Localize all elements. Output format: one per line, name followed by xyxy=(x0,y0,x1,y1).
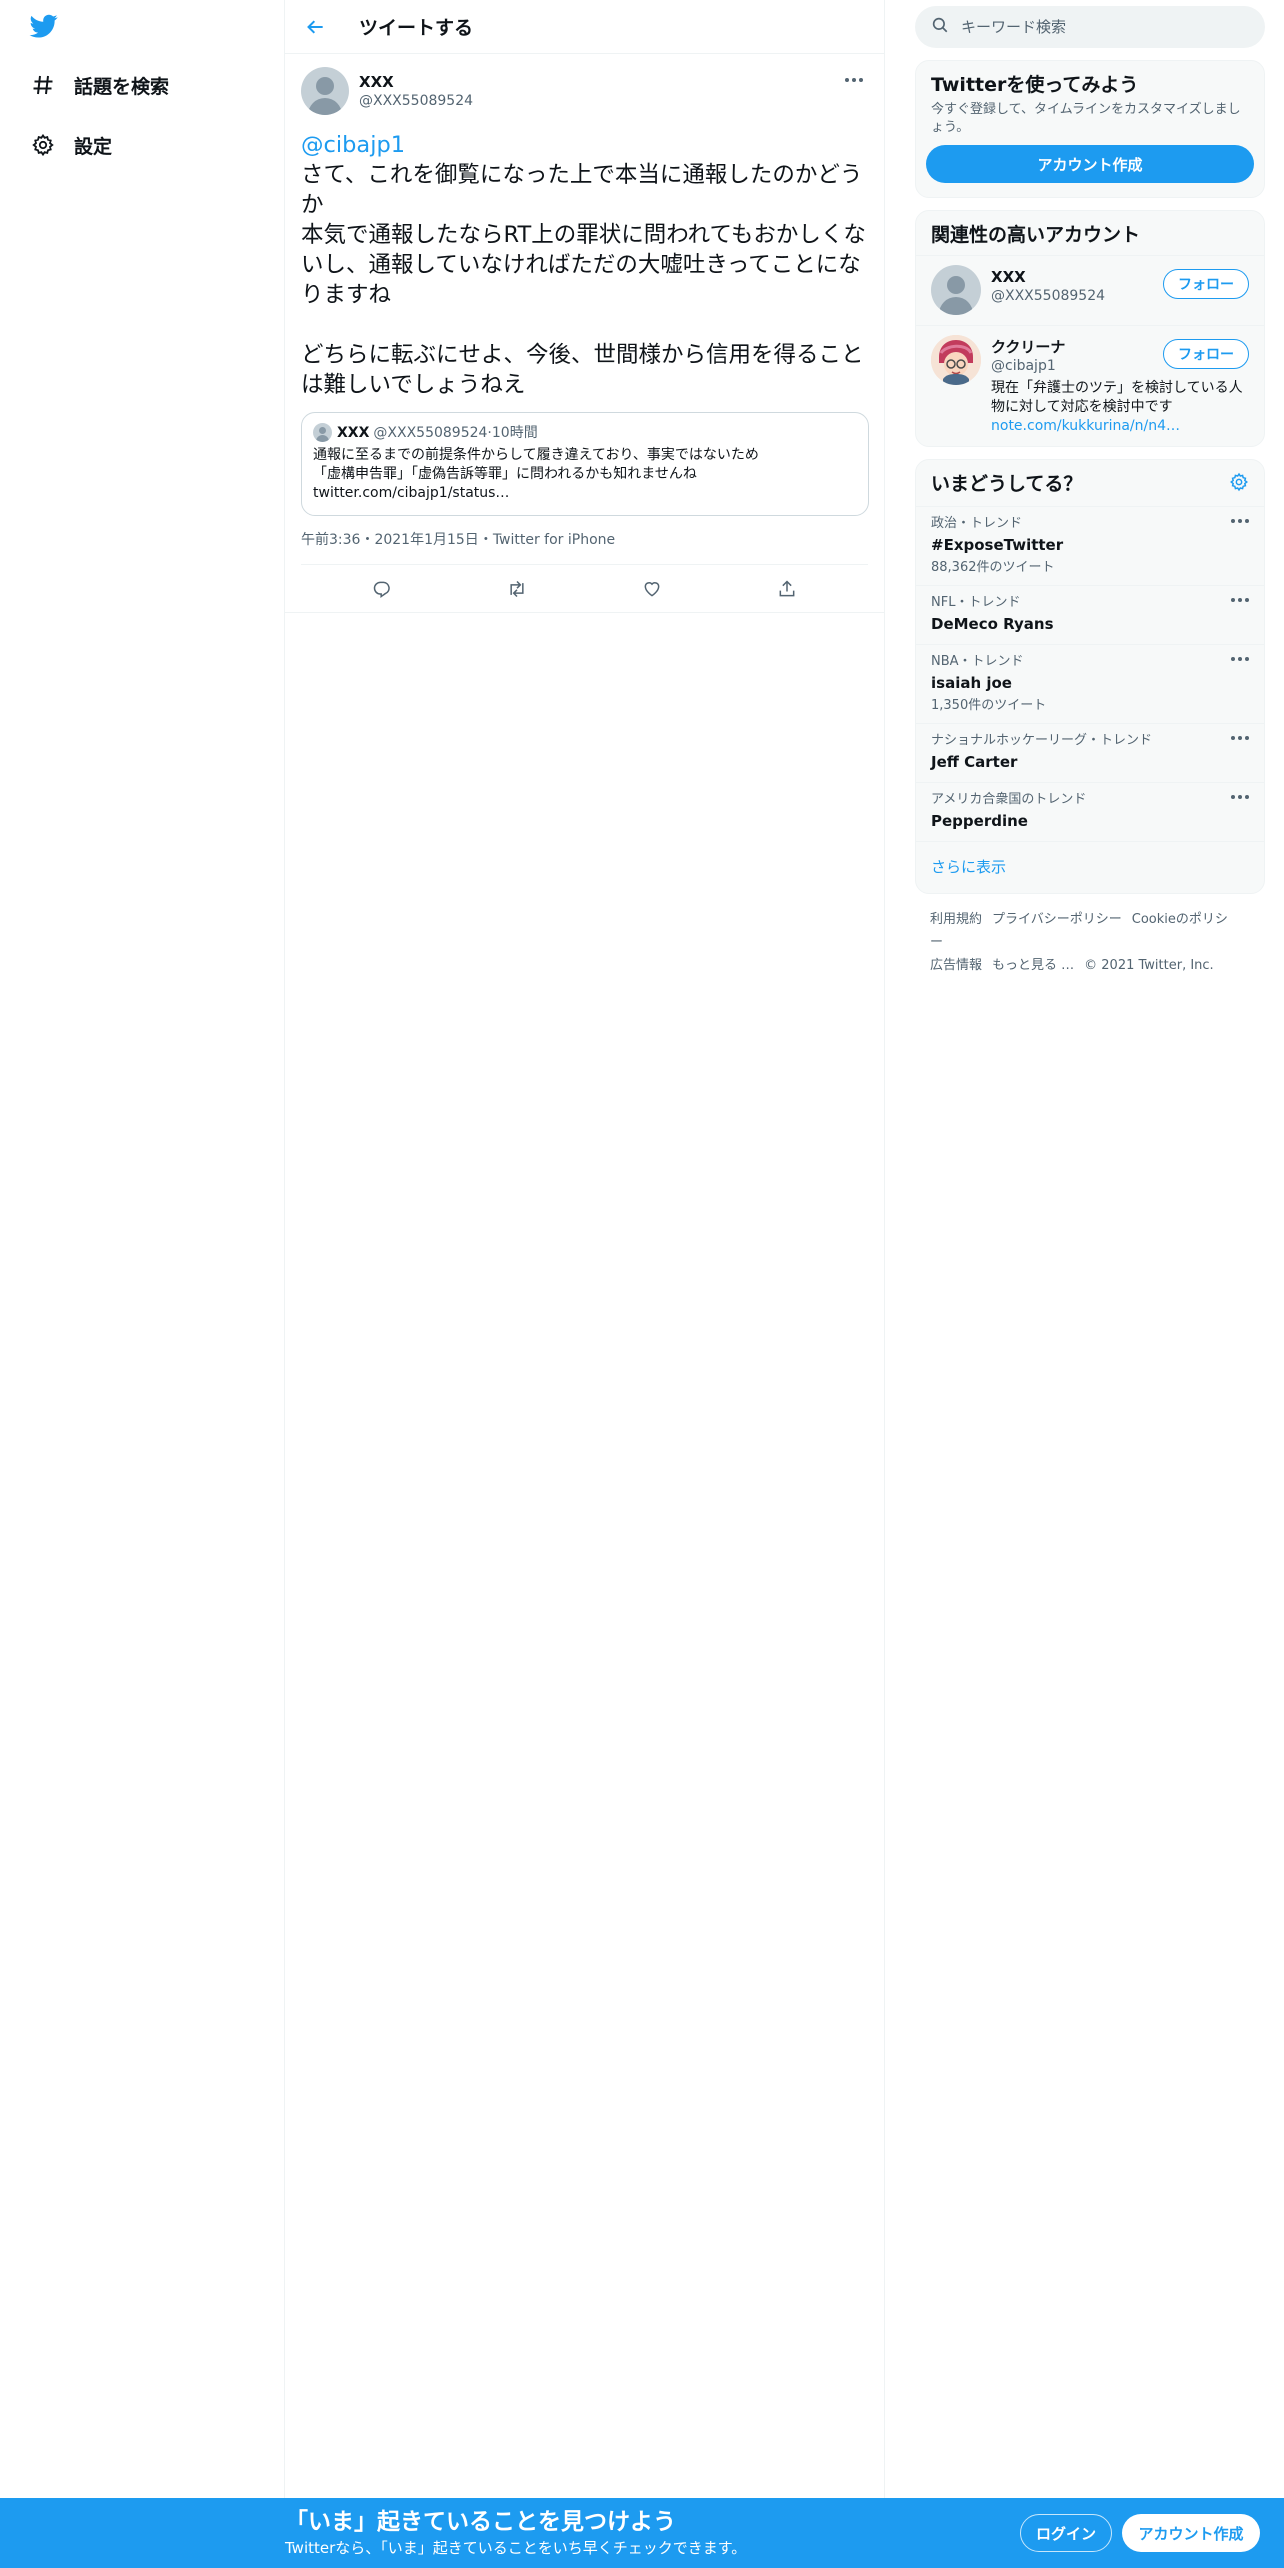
more-options-icon[interactable] xyxy=(1229,795,1250,799)
info-dot: ・ xyxy=(478,532,493,548)
tweet-body: さて、これを御覧になった上で本当に通報したのかどうか 本気で通報したならRT上の… xyxy=(301,162,866,398)
tweet-date[interactable]: 2021年1月15日 xyxy=(374,532,478,548)
avatar[interactable] xyxy=(931,335,981,385)
trend-item[interactable]: 政治・トレンド #ExposeTwitter 88,362件のツイート xyxy=(916,506,1264,585)
account-bio-text: 現在「弁護士のツテ」を検討している人物に対して対応を検討中です xyxy=(991,380,1243,415)
nav-item-explore[interactable]: 話題を検索 xyxy=(28,65,169,105)
follow-button[interactable]: フォロー xyxy=(1163,269,1249,299)
cartoon-avatar-icon xyxy=(931,335,981,385)
login-button[interactable]: ログイン xyxy=(1020,2514,1112,2552)
arrow-left-icon[interactable] xyxy=(301,12,331,42)
quote-author-handle: @XXX55089524 xyxy=(373,424,488,441)
footer-link-terms[interactable]: 利用規約 xyxy=(930,912,982,927)
relevant-title: 関連性の高いアカウント xyxy=(931,224,1141,246)
trend-category: ナショナルホッケーリーグ・トレンド xyxy=(931,733,1153,748)
copyright: © 2021 Twitter, Inc. xyxy=(1084,958,1214,973)
search-input[interactable] xyxy=(961,18,1231,36)
main-header: ツイートする xyxy=(285,0,884,54)
trend-name: isaiah joe xyxy=(931,674,1012,692)
tweet-time[interactable]: 午前3:36 xyxy=(301,532,360,548)
search-box[interactable] xyxy=(915,6,1265,48)
footer-link-privacy[interactable]: プライバシーポリシー xyxy=(992,912,1122,927)
trend-count: 88,362件のツイート xyxy=(931,560,1055,575)
twitter-bird-icon[interactable] xyxy=(28,12,64,44)
signup-button[interactable]: アカウント作成 xyxy=(1122,2514,1260,2552)
quote-text: 通報に至るまでの前提条件からして履き違えており、事実ではないため 「虚構申告罪」… xyxy=(313,447,759,501)
follow-button[interactable]: フォロー xyxy=(1163,339,1249,369)
account-bio-link[interactable]: note.com/kukkurina/n/n4… xyxy=(991,418,1180,434)
show-more-link[interactable]: さらに表示 xyxy=(916,841,1264,893)
quote-author-name: XXX xyxy=(337,424,370,441)
avatar[interactable] xyxy=(931,265,981,315)
nav-label-settings: 設定 xyxy=(74,135,113,158)
author-handle[interactable]: @XXX55089524 xyxy=(359,92,473,110)
banner-subtitle: Twitterなら、「いま」起きていることをいち早くチェックできます。 xyxy=(285,2539,747,2557)
search-icon xyxy=(931,16,949,38)
trends-card: いまどうしてる？ 政治・トレンド #ExposeTwitter 88,362件の… xyxy=(915,459,1265,894)
account-bio: 現在「弁護士のツテ」を検討している人物に対して対応を検討中です note.com/… xyxy=(991,379,1251,436)
nav-label-explore: 話題を検索 xyxy=(74,75,170,98)
trend-item[interactable]: アメリカ合衆国のトレンド Pepperdine xyxy=(916,782,1264,841)
gear-icon[interactable] xyxy=(1229,472,1249,496)
account-item[interactable]: ククリーナ @cibajp1 現在「弁護士のツテ」を検討している人物に対して対応… xyxy=(916,325,1264,446)
trend-name: DeMeco Ryans xyxy=(931,615,1054,633)
tweet-source[interactable]: Twitter for iPhone xyxy=(493,532,615,548)
author-name[interactable]: XXX xyxy=(359,72,473,92)
trend-category: NBA・トレンド xyxy=(931,654,1024,669)
right-sidebar: Twitterを使ってみよう 今すぐ登録して、タイムラインをカスタマイズしましょ… xyxy=(915,0,1265,991)
more-options-icon[interactable] xyxy=(840,70,868,90)
trend-item[interactable]: NBA・トレンド isaiah joe 1,350件のツイート xyxy=(916,644,1264,723)
trend-count: 1,350件のツイート xyxy=(931,698,1047,713)
main-column: ツイートする XXX @XXX55089524 @cibajp1 さて、これを御… xyxy=(285,0,885,2568)
left-nav: 話題を検索 設定 xyxy=(0,0,285,2568)
nav-item-settings[interactable]: 設定 xyxy=(28,125,112,165)
trend-category: NFL・トレンド xyxy=(931,595,1021,610)
footer: 利用規約 プライバシーポリシー Cookieのポリシー 広告情報 もっと見る … © 2… xyxy=(915,894,1265,991)
more-options-icon[interactable] xyxy=(1229,598,1250,602)
signup-card: Twitterを使ってみよう 今すぐ登録して、タイムラインをカスタマイズしましょ… xyxy=(915,60,1265,198)
trends-title: いまどうしてる？ xyxy=(931,473,1083,495)
more-options-icon[interactable] xyxy=(1229,519,1250,523)
avatar[interactable] xyxy=(301,67,349,115)
more-options-icon[interactable] xyxy=(1229,736,1250,740)
trend-name: #ExposeTwitter xyxy=(931,536,1064,554)
tweet: XXX @XXX55089524 @cibajp1 さて、これを御覧になった上で… xyxy=(285,54,884,613)
trend-item[interactable]: NFL・トレンド DeMeco Ryans xyxy=(916,585,1264,644)
like-icon[interactable] xyxy=(635,572,669,606)
tweet-text: @cibajp1 さて、これを御覧になった上で本当に通報したのかどうか 本気で通… xyxy=(301,130,871,400)
signup-desc: 今すぐ登録して、タイムラインをカスタマイズしましょう。 xyxy=(931,102,1241,135)
tweet-author[interactable]: XXX @XXX55089524 xyxy=(301,66,868,116)
reply-icon[interactable] xyxy=(365,572,399,606)
share-icon[interactable] xyxy=(770,572,804,606)
quoted-tweet[interactable]: XXX @XXX55089524 · 10時間 通報に至るまでの前提条件からして… xyxy=(301,412,869,516)
relevant-accounts-card: 関連性の高いアカウント XXX @XXX55089524 フォロー ククリーナ … xyxy=(915,210,1265,447)
create-account-button[interactable]: アカウント作成 xyxy=(926,145,1254,183)
page-title: ツイートする xyxy=(359,17,474,39)
quote-avatar xyxy=(313,423,332,442)
signup-title: Twitterを使ってみよう xyxy=(931,74,1139,96)
more-options-icon[interactable] xyxy=(1229,657,1250,661)
footer-link-more[interactable]: もっと見る … xyxy=(992,958,1074,973)
trend-item[interactable]: ナショナルホッケーリーグ・トレンド Jeff Carter xyxy=(916,723,1264,782)
hashtag-icon xyxy=(28,70,58,100)
tweet-timestamp: 午前3:36・2021年1月15日・Twitter for iPhone xyxy=(301,530,868,565)
info-dot: ・ xyxy=(360,532,375,548)
mention-link[interactable]: @cibajp1 xyxy=(301,132,405,158)
tweet-actions xyxy=(285,565,884,613)
bottom-banner: 「いま」起きていることを見つけよう Twitterなら、「いま」起きていることを… xyxy=(0,2498,1284,2568)
footer-link-ads[interactable]: 広告情報 xyxy=(930,958,982,973)
trend-name: Jeff Carter xyxy=(931,753,1018,771)
banner-title: 「いま」起きていることを見つけよう xyxy=(285,2509,676,2535)
trend-category: 政治・トレンド xyxy=(931,516,1023,531)
gear-icon xyxy=(28,130,58,160)
account-item[interactable]: XXX @XXX55089524 フォロー xyxy=(916,255,1264,325)
trend-name: Pepperdine xyxy=(931,812,1028,830)
retweet-icon[interactable] xyxy=(500,572,534,606)
trend-category: アメリカ合衆国のトレンド xyxy=(931,792,1087,807)
quote-time: 10時間 xyxy=(491,424,538,441)
